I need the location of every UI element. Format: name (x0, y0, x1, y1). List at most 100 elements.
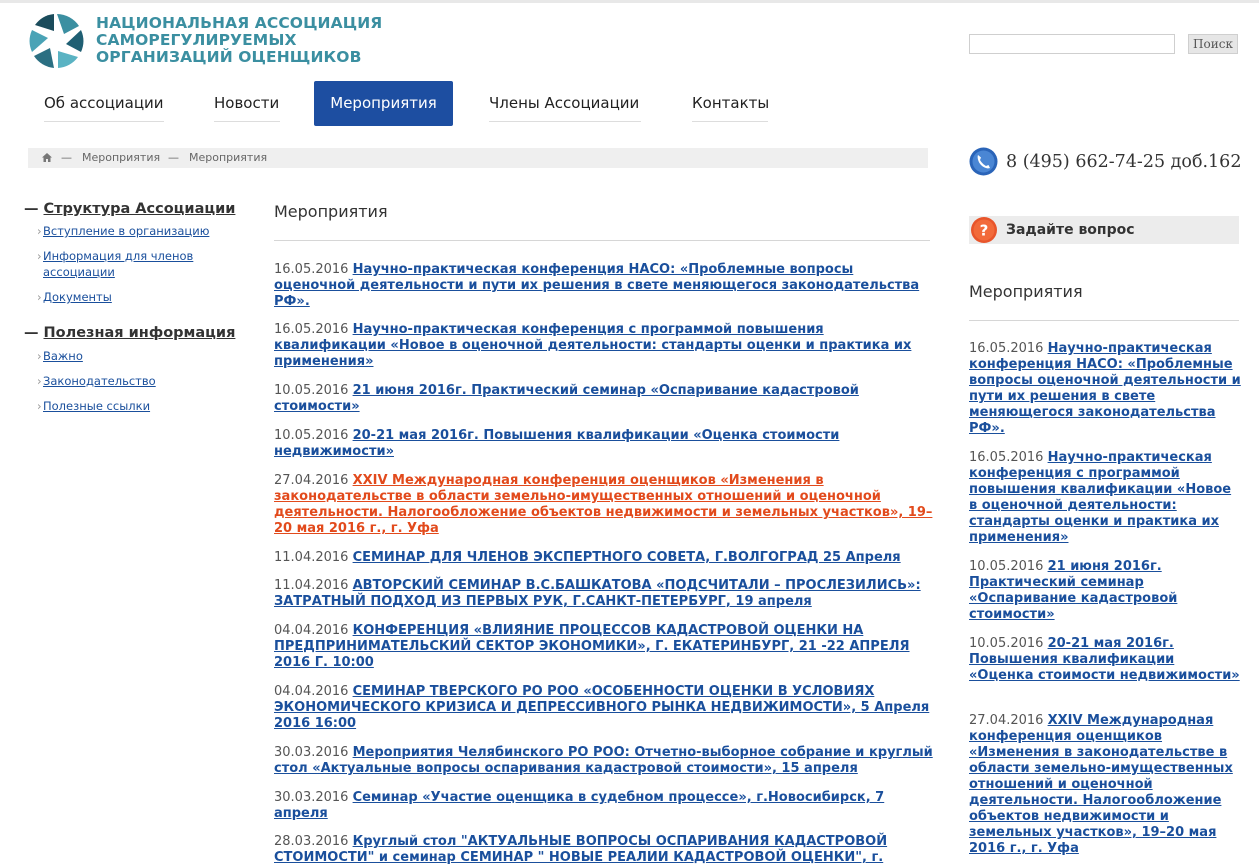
left-menu-item[interactable]: › Полезные ссылки (37, 398, 213, 414)
page-title: Мероприятия (274, 202, 388, 221)
left-menu-item[interactable]: › Вступление в организацию (37, 223, 213, 239)
event-date: 10.05.2016 (969, 636, 1044, 651)
event-list-item: 28.03.2016 Круглый стол "АКТУАЛЬНЫЕ ВОПР… (274, 834, 934, 866)
event-date: 04.04.2016 (274, 623, 349, 638)
left-menu-item[interactable]: › Документы (37, 289, 213, 305)
question-icon: ? (971, 217, 997, 243)
event-date: 11.04.2016 (274, 578, 349, 593)
phone-number: 8 (495) 662-74-25 доб.162 (1006, 151, 1242, 172)
left-menu-item[interactable]: › Информация для членов ассоциации (37, 248, 213, 280)
bullet: › (37, 374, 42, 388)
menu-item-label: Законодательство (43, 374, 156, 388)
top-border (0, 0, 1259, 3)
nav-label: Новости (214, 94, 280, 112)
nav-underline (692, 121, 768, 122)
sidebar-events-title: Мероприятия (969, 282, 1083, 301)
menu-item-label: Важно (43, 349, 83, 363)
breadcrumb: — Мероприятия — Мероприятия (28, 148, 928, 168)
title-divider (274, 240, 930, 241)
bullet: › (37, 224, 42, 238)
breadcrumb-item[interactable]: Мероприятия (82, 148, 160, 168)
event-link[interactable]: Круглый стол "АКТУАЛЬНЫЕ ВОПРОСЫ ОСПАРИВ… (274, 834, 887, 865)
event-list-item: 11.04.2016 СЕМИНАР ДЛЯ ЧЛЕНОВ ЭКСПЕРТНОГ… (274, 550, 934, 566)
sidebar-event-item: 16.05.2016 Научно-практическая конференц… (969, 341, 1241, 437)
event-list-item: 30.03.2016 Мероприятия Челябинского РО Р… (274, 745, 934, 777)
bullet: › (37, 290, 42, 304)
nav-label: Об ассоциации (44, 94, 164, 112)
phone-block: 8 (495) 662-74-25 доб.162 (969, 147, 1241, 176)
event-link[interactable]: Семинар «Участие оценщика в судебном про… (274, 790, 884, 821)
breadcrumb-item-current: Мероприятия (189, 151, 268, 164)
sidebar-event-item: 16.05.2016 Научно-практическая конференц… (969, 450, 1241, 546)
breadcrumb-separator: — (168, 151, 179, 164)
event-date: 30.03.2016 (274, 790, 349, 805)
site-logo[interactable]: НАЦИОНАЛЬНАЯ АССОЦИАЦИЯ САМОРЕГУЛИРУЕМЫХ… (28, 12, 382, 70)
bullet: › (37, 249, 42, 263)
search-input[interactable] (969, 34, 1175, 54)
section-dash: — (24, 201, 39, 217)
bullet: › (37, 349, 42, 363)
event-link[interactable]: Научно-практическая конференция с програ… (274, 322, 911, 369)
event-link-highlighted[interactable]: XXIV Международная конференция оценщиков… (274, 473, 932, 536)
event-date: 27.04.2016 (969, 713, 1044, 728)
menu-item-label: Информация для членов ассоциации (43, 249, 194, 279)
nav-item-contacts[interactable]: Контакты (692, 81, 770, 126)
nav-underline (214, 121, 280, 122)
event-date: 10.05.2016 (274, 383, 349, 398)
home-icon[interactable] (42, 153, 52, 162)
event-date: 16.05.2016 (274, 262, 349, 277)
event-link[interactable]: АВТОРСКИЙ СЕМИНАР В.С.БАШКАТОВА «ПОДСЧИТ… (274, 578, 921, 609)
breadcrumb-separator: — (61, 151, 72, 164)
ask-question-button[interactable]: ? Задайте вопрос (969, 216, 1239, 244)
sidebar-divider (969, 320, 1239, 321)
event-list-item: 11.04.2016 АВТОРСКИЙ СЕМИНАР В.С.БАШКАТО… (274, 578, 934, 610)
nav-item-about[interactable]: Об ассоциации (44, 81, 164, 126)
logo-line-3: ОРГАНИЗАЦИЙ ОЦЕНЩИКОВ (96, 48, 362, 66)
event-list-item: 30.03.2016 Семинар «Участие оценщика в с… (274, 790, 934, 822)
left-menu-section-structure[interactable]: — Структура Ассоциации (24, 201, 235, 217)
event-link[interactable]: КОНФЕРЕНЦИЯ «ВЛИЯНИЕ ПРОЦЕССОВ КАДАСТРОВ… (274, 623, 910, 670)
nav-label: Мероприятия (330, 94, 437, 112)
aperture-logo-icon (29, 13, 85, 69)
event-list-item: 04.04.2016 СЕМИНАР ТВЕРСКОГО РО РОО «ОСО… (274, 684, 934, 732)
event-link[interactable]: СЕМИНАР ДЛЯ ЧЛЕНОВ ЭКСПЕРТНОГО СОВЕТА, Г… (353, 550, 901, 565)
event-date: 30.03.2016 (274, 745, 349, 760)
section-title: Структура Ассоциации (43, 201, 236, 217)
logo-line-2: САМОРЕГУЛИРУЕМЫХ (96, 31, 297, 49)
event-list-item: 27.04.2016 XXIV Международная конференци… (274, 473, 934, 537)
sidebar-event-item: 10.05.2016 21 июня 2016г. Практический с… (969, 559, 1241, 623)
event-date: 04.04.2016 (274, 684, 349, 699)
event-list-item: 16.05.2016 Научно-практическая конференц… (274, 322, 934, 370)
section-dash: — (24, 325, 39, 341)
nav-label: Контакты (692, 94, 770, 112)
event-date: 16.05.2016 (969, 450, 1044, 465)
phone-icon (969, 147, 998, 176)
nav-item-members[interactable]: Члены Ассоциации (489, 81, 641, 126)
event-link[interactable]: Научно-практическая конференция НАСО: «П… (274, 262, 919, 309)
event-date: 28.03.2016 (274, 834, 349, 849)
event-link[interactable]: 21 июня 2016г. Практический семинар «Осп… (274, 383, 859, 414)
event-list-item: 10.05.2016 20-21 мая 2016г. Повышения кв… (274, 428, 934, 460)
event-list-item: 10.05.2016 21 июня 2016г. Практический с… (274, 383, 934, 415)
nav-item-news[interactable]: Новости (214, 81, 280, 126)
event-link[interactable]: Мероприятия Челябинского РО РОО: Отчетно… (274, 745, 933, 776)
search-button[interactable]: Поиск (1188, 34, 1238, 54)
left-menu-section-useful[interactable]: — Полезная информация (24, 325, 235, 341)
event-date: 10.05.2016 (969, 559, 1044, 574)
event-link[interactable]: 20-21 мая 2016г. Повышения квалификации … (274, 428, 839, 459)
menu-item-label: Полезные ссылки (43, 399, 151, 413)
event-date: 16.05.2016 (969, 341, 1044, 356)
left-menu-item[interactable]: › Важно (37, 348, 213, 364)
event-date: 27.04.2016 (274, 473, 349, 488)
event-date: 16.05.2016 (274, 322, 349, 337)
nav-item-events[interactable]: Мероприятия (314, 81, 453, 126)
svg-text:?: ? (980, 222, 989, 240)
sidebar-event-item: 10.05.2016 20-21 мая 2016г. Повышения кв… (969, 636, 1241, 684)
menu-item-label: Вступление в организацию (43, 224, 210, 238)
event-date: 10.05.2016 (274, 428, 349, 443)
event-list-item: 04.04.2016 КОНФЕРЕНЦИЯ «ВЛИЯНИЕ ПРОЦЕССО… (274, 623, 934, 671)
logo-line-1: НАЦИОНАЛЬНАЯ АССОЦИАЦИЯ (96, 14, 383, 32)
event-link[interactable]: СЕМИНАР ТВЕРСКОГО РО РОО «ОСОБЕННОСТИ ОЦ… (274, 684, 929, 731)
left-menu-item[interactable]: › Законодательство (37, 373, 213, 389)
event-link[interactable]: XXIV Международная конференция оценщиков… (969, 713, 1233, 856)
